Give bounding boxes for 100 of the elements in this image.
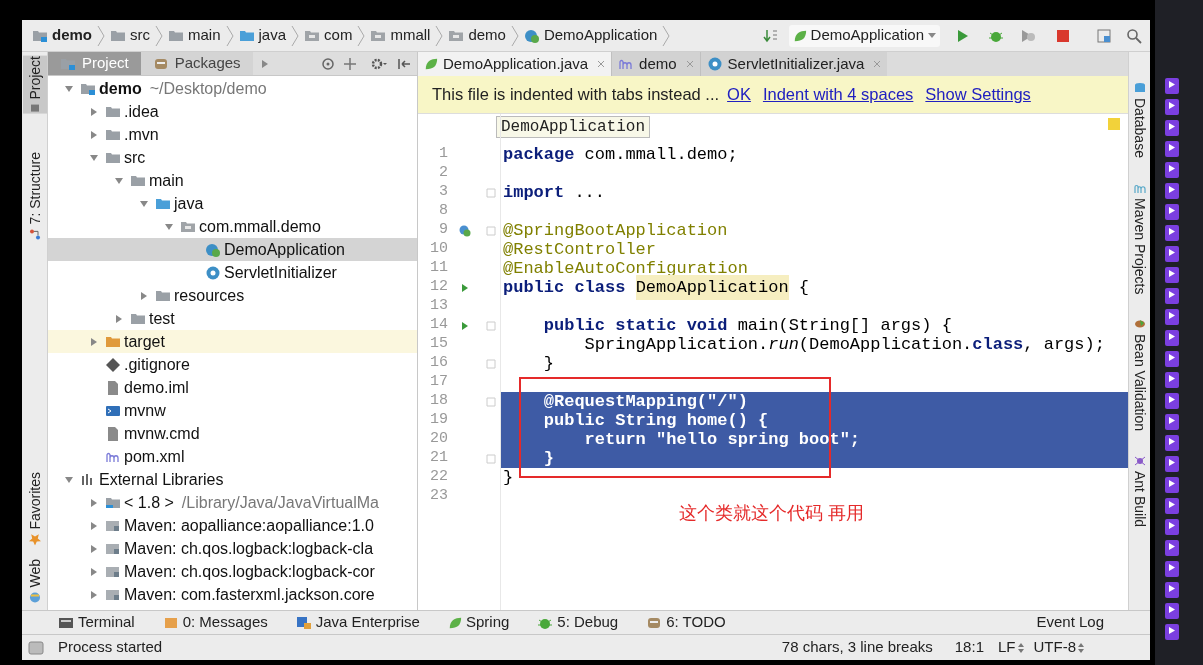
tool-window-tab[interactable]: Favorites bbox=[22, 471, 47, 546]
video-file-icon[interactable] bbox=[1165, 393, 1179, 409]
tree-item[interactable]: Maven: aopalliance:aopalliance:1.0 bbox=[48, 514, 417, 537]
run-icon[interactable] bbox=[956, 28, 970, 43]
notification-link[interactable]: Show Settings bbox=[925, 82, 1031, 107]
video-file-icon[interactable] bbox=[1165, 624, 1179, 640]
tool-window-button[interactable]: Java Enterprise bbox=[295, 611, 420, 634]
video-file-icon[interactable] bbox=[1165, 351, 1179, 367]
collapse-arrow-icon[interactable] bbox=[90, 153, 98, 162]
tree-item[interactable]: mvnw bbox=[48, 399, 417, 422]
tree-item[interactable]: demo.iml bbox=[48, 376, 417, 399]
tree-item[interactable]: < 1.8 > /Library/Java/JavaVirtualMa bbox=[48, 491, 417, 514]
video-file-icon[interactable] bbox=[1165, 78, 1179, 94]
expand-arrow-icon[interactable] bbox=[90, 544, 98, 553]
video-file-icon[interactable] bbox=[1165, 561, 1179, 577]
collapse-arrow-icon[interactable] bbox=[165, 222, 173, 231]
video-file-icon[interactable] bbox=[1165, 267, 1179, 283]
search-icon[interactable] bbox=[1126, 27, 1142, 44]
video-file-icon[interactable] bbox=[1165, 477, 1179, 493]
close-icon[interactable] bbox=[685, 60, 694, 68]
tool-window-button[interactable]: Terminal bbox=[58, 611, 135, 634]
line-separator[interactable]: LF bbox=[998, 636, 1016, 659]
video-file-icon[interactable] bbox=[1165, 99, 1179, 115]
bean-gutter-icon[interactable] bbox=[458, 223, 472, 238]
video-file-icon[interactable] bbox=[1165, 330, 1179, 346]
breadcrumb-item[interactable]: main bbox=[168, 24, 221, 47]
tree-item[interactable]: src bbox=[48, 146, 417, 169]
video-file-icon[interactable] bbox=[1165, 141, 1179, 157]
tree-item[interactable]: .idea bbox=[48, 100, 417, 123]
close-icon[interactable] bbox=[873, 60, 882, 68]
video-file-icon[interactable] bbox=[1165, 372, 1179, 388]
video-file-icon[interactable] bbox=[1165, 498, 1179, 514]
tool-window-tab[interactable]: Database bbox=[1129, 82, 1150, 158]
tree-item[interactable]: Maven: com.fasterxml.jackson.core bbox=[48, 583, 417, 606]
expand-arrow-icon[interactable] bbox=[115, 314, 123, 323]
tree-item[interactable]: resources bbox=[48, 284, 417, 307]
video-file-icon[interactable] bbox=[1165, 120, 1179, 136]
sort-icon[interactable] bbox=[762, 27, 779, 44]
coverage-icon[interactable] bbox=[1020, 27, 1036, 44]
tool-window-tab[interactable]: Maven Projects bbox=[1129, 181, 1150, 295]
tool-window-tab[interactable]: 7: Structure bbox=[22, 151, 47, 240]
editor-tab[interactable]: ServletInitializer.java bbox=[699, 52, 888, 76]
tree-item[interactable]: Maven: ch.qos.logback:logback-cla bbox=[48, 537, 417, 560]
tree-item[interactable]: .gitignore bbox=[48, 353, 417, 376]
collapse-arrow-icon[interactable] bbox=[65, 84, 73, 93]
breadcrumb-item[interactable]: mmall bbox=[370, 24, 431, 47]
encoding[interactable]: UTF-8 bbox=[1033, 636, 1076, 659]
target-icon[interactable] bbox=[321, 56, 335, 71]
notification-link[interactable]: OK bbox=[727, 82, 751, 107]
tool-window-button[interactable]: Spring bbox=[447, 611, 510, 634]
tool-window-button[interactable]: 0: Messages bbox=[162, 611, 268, 634]
layout-icon[interactable] bbox=[1096, 27, 1112, 44]
video-file-icon[interactable] bbox=[1165, 246, 1179, 262]
tree-item[interactable]: target bbox=[48, 330, 417, 353]
breadcrumb-item[interactable]: com bbox=[304, 24, 353, 47]
tree-item[interactable]: com.mmall.demo bbox=[48, 215, 417, 238]
video-file-icon[interactable] bbox=[1165, 540, 1179, 556]
video-file-icon[interactable] bbox=[1165, 456, 1179, 472]
tree-item[interactable]: pom.xml bbox=[48, 445, 417, 468]
tool-window-tab[interactable]: Bean Validation bbox=[1129, 318, 1150, 432]
collapse-all-icon[interactable] bbox=[343, 56, 357, 71]
expand-arrow-icon[interactable] bbox=[90, 521, 98, 530]
gear-icon[interactable] bbox=[371, 56, 387, 71]
video-file-icon[interactable] bbox=[1165, 435, 1179, 451]
tree-item[interactable]: demo ~/Desktop/demo bbox=[48, 77, 417, 100]
expand-arrow-icon[interactable] bbox=[90, 337, 98, 346]
run-gutter-icon[interactable] bbox=[460, 320, 470, 331]
expand-arrow-icon[interactable] bbox=[90, 130, 98, 139]
expand-arrow-icon[interactable] bbox=[260, 59, 269, 68]
tree-item[interactable]: DemoApplication bbox=[48, 238, 417, 261]
cursor-position[interactable]: 18:1 bbox=[954, 636, 984, 659]
editor-tab[interactable]: demo bbox=[611, 52, 700, 76]
run-gutter-icon[interactable] bbox=[460, 282, 470, 293]
video-file-icon[interactable] bbox=[1165, 519, 1179, 535]
video-file-icon[interactable] bbox=[1165, 204, 1179, 220]
video-file-icon[interactable] bbox=[1165, 309, 1179, 325]
tree-item[interactable]: mvnw.cmd bbox=[48, 422, 417, 445]
video-file-icon[interactable] bbox=[1165, 582, 1179, 598]
breadcrumb-item[interactable]: src bbox=[110, 24, 150, 47]
tree-item[interactable]: java bbox=[48, 192, 417, 215]
tree-item[interactable]: main bbox=[48, 169, 417, 192]
collapse-arrow-icon[interactable] bbox=[115, 176, 123, 185]
hide-icon[interactable] bbox=[397, 56, 411, 71]
video-file-icon[interactable] bbox=[1165, 288, 1179, 304]
collapse-arrow-icon[interactable] bbox=[65, 475, 73, 484]
event-log-button[interactable]: Event Log bbox=[1036, 611, 1104, 634]
video-file-icon[interactable] bbox=[1165, 162, 1179, 178]
notification-link[interactable]: Indent with 4 spaces bbox=[762, 82, 914, 107]
tree-item[interactable]: ServletInitializer bbox=[48, 261, 417, 284]
tool-window-button[interactable]: 6: TODO bbox=[646, 611, 726, 634]
expand-arrow-icon[interactable] bbox=[90, 590, 98, 599]
breadcrumb-item[interactable]: java bbox=[238, 24, 287, 47]
breadcrumb-item[interactable]: demo bbox=[32, 24, 92, 47]
breadcrumb-item[interactable]: DemoApplication bbox=[523, 24, 658, 47]
stop-icon[interactable] bbox=[1056, 28, 1070, 43]
collapse-arrow-icon[interactable] bbox=[140, 199, 148, 208]
expand-arrow-icon[interactable] bbox=[140, 291, 148, 300]
breadcrumb-item[interactable]: demo bbox=[448, 24, 506, 47]
close-icon[interactable] bbox=[597, 60, 606, 68]
tree-item[interactable]: Maven: ch.qos.logback:logback-cor bbox=[48, 560, 417, 583]
